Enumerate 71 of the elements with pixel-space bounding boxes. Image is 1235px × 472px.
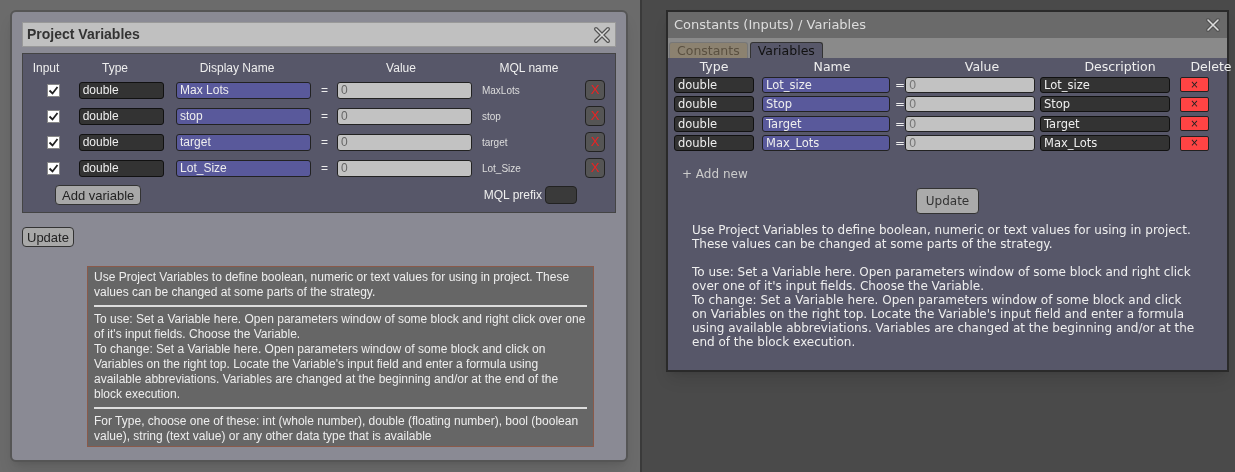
checkbox[interactable] xyxy=(47,135,61,149)
value-field[interactable]: 0 xyxy=(336,81,472,99)
help-text: To change: Set a Variable here. Open parameters window of some block and click on Variables on the right top. Locate the Variable's input field and enter a formula using available abbreviations. Variables are changed at the beginning and/or at the end of the block execution. xyxy=(692,293,1196,349)
help-text: To use: Set a Variable here. Open parameters window of some block and right click over one of it's input fields. Choose the Variable. xyxy=(692,265,1192,293)
type-field[interactable]: double xyxy=(674,135,754,152)
type-field[interactable]: double xyxy=(674,115,754,132)
name-field[interactable]: Stop xyxy=(762,96,890,113)
name-field[interactable]: stop xyxy=(176,107,311,125)
delete-button[interactable]: × xyxy=(1180,135,1209,151)
type-field[interactable]: double xyxy=(78,159,165,177)
column-header: Input xyxy=(31,60,61,77)
mql-name: target xyxy=(481,135,509,150)
help-text: Use Project Variables to define boolean, numeric or text values for using in project. These values can be changed at some parts of the strategy. xyxy=(692,223,1192,251)
equals-sign: = xyxy=(895,135,903,153)
value-field[interactable]: 0 xyxy=(336,159,472,177)
equals-sign: = xyxy=(321,108,330,125)
checkbox[interactable] xyxy=(47,109,61,123)
column-header: Display Name xyxy=(198,60,276,77)
mql-name: Lot_Size xyxy=(481,161,522,176)
value-field[interactable]: 0 xyxy=(336,107,472,125)
type-field[interactable]: double xyxy=(674,76,754,93)
name-field[interactable]: Lot_Size xyxy=(176,159,311,177)
help-text: To change: Set a Variable here. Open parameters window of some block and click on Variables on the right top. Locate the Variable's input field and enter a formula using available abbreviations. Variables are changed at the beginning and/or at the end of the block execution. xyxy=(94,342,560,402)
column-header: Type xyxy=(101,60,129,77)
equals-sign: = xyxy=(321,82,330,99)
description-field[interactable]: Target xyxy=(1040,115,1170,132)
column-header: Name xyxy=(812,57,852,76)
checkbox[interactable] xyxy=(47,83,61,97)
column-header: Type xyxy=(698,57,730,76)
update-button[interactable]: Update xyxy=(915,188,980,214)
add-variable-button[interactable]: Add variable xyxy=(55,185,142,205)
close-icon[interactable] xyxy=(593,25,611,44)
column-header: Value xyxy=(385,60,417,77)
type-field[interactable]: double xyxy=(674,96,754,113)
column-header: MQL name xyxy=(498,60,560,77)
equals-sign: = xyxy=(895,76,903,94)
close-icon[interactable] xyxy=(1205,17,1221,33)
description-field[interactable]: Max_Lots xyxy=(1040,135,1170,152)
name-field[interactable]: Target xyxy=(762,115,890,132)
delete-button[interactable]: × xyxy=(1180,77,1209,93)
delete-button[interactable]: × xyxy=(1180,96,1209,112)
equals-sign: = xyxy=(321,134,330,151)
name-field[interactable]: Lot_size xyxy=(762,76,890,93)
dialog-title: Constants (Inputs) / Variables xyxy=(674,16,866,35)
column-header: Delete xyxy=(1189,57,1233,76)
help-text: Use Project Variables to define boolean, numeric or text values for using in project. These values can be changed at some parts of the strategy. xyxy=(94,270,571,300)
mql-prefix-field[interactable] xyxy=(545,186,577,204)
column-header: Description xyxy=(1083,57,1157,76)
name-field[interactable]: target xyxy=(176,133,311,151)
equals-sign: = xyxy=(895,115,903,133)
mql-name: stop xyxy=(481,109,502,124)
type-field[interactable]: double xyxy=(78,133,165,151)
help-text: To use: Set a Variable here. Open parameters window of some block and right click over one of it's input fields. Choose the Variable. xyxy=(94,312,587,342)
add-new-link[interactable]: + Add new xyxy=(682,165,748,183)
panel-title: Project Variables xyxy=(27,25,140,44)
equals-sign: = xyxy=(895,96,903,114)
checkbox[interactable] xyxy=(47,161,61,175)
description-field[interactable]: Stop xyxy=(1040,96,1170,113)
column-header: Value xyxy=(963,57,1001,76)
mql-prefix-label: MQL prefix xyxy=(483,187,542,204)
description-field[interactable]: Lot_size xyxy=(1040,76,1170,93)
help-text: For Type, choose one of these: int (whole number), double (floating number), bool (boolean value), string (text value) or any other data type that is available xyxy=(94,414,580,444)
equals-sign: = xyxy=(321,160,330,177)
value-field[interactable]: 0 xyxy=(336,133,472,151)
name-field[interactable]: Max Lots xyxy=(176,81,311,99)
type-field[interactable]: double xyxy=(78,107,165,125)
update-button[interactable]: Update xyxy=(22,227,74,247)
delete-button[interactable]: × xyxy=(1180,116,1209,132)
mql-name: MaxLots xyxy=(481,83,521,98)
type-field[interactable]: double xyxy=(78,81,165,99)
name-field[interactable]: Max_Lots xyxy=(762,135,890,152)
